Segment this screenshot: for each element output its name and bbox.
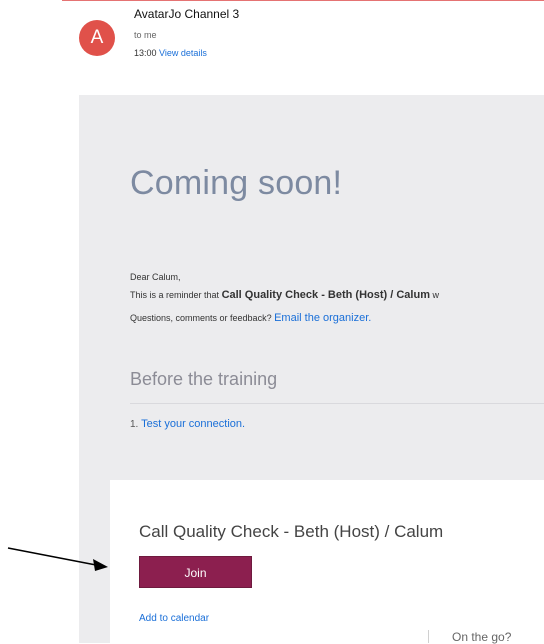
reminder-suffix: w: [432, 290, 440, 300]
reminder-prefix: This is a reminder that: [130, 290, 220, 300]
sender-avatar[interactable]: A: [79, 20, 115, 56]
email-time: 13:00: [134, 48, 157, 58]
questions-text: Questions, comments or feedback? Email t…: [130, 312, 371, 324]
step-item: 1. Test your connection.: [130, 418, 245, 430]
section-divider: [130, 403, 544, 404]
page-heading: Coming soon!: [130, 164, 343, 202]
sender-name: AvatarJo Channel 3: [134, 7, 240, 21]
reminder-text: This is a reminder that Call Quality Che…: [130, 289, 439, 301]
recipient-label: to me: [134, 30, 157, 40]
greeting-text: Dear Calum,: [130, 272, 181, 282]
on-the-go-label: On the go?: [452, 630, 512, 644]
join-button[interactable]: Join: [139, 556, 252, 588]
header-top-border: [62, 0, 544, 1]
email-organizer-link[interactable]: Email the organizer.: [274, 312, 371, 324]
section-title: Before the training: [130, 369, 278, 389]
meeting-title: Call Quality Check - Beth (Host) / Calum: [139, 522, 444, 541]
test-connection-link[interactable]: Test your connection.: [141, 418, 245, 430]
questions-label: Questions, comments or feedback?: [130, 313, 272, 323]
view-details-link[interactable]: View details: [159, 48, 207, 58]
vertical-divider: [428, 630, 429, 643]
meeting-name-bold: Call Quality Check - Beth (Host) / Calum: [221, 289, 430, 301]
email-meta: 13:00 View details: [134, 48, 207, 58]
step-number: 1.: [130, 419, 139, 430]
add-to-calendar-link[interactable]: Add to calendar: [139, 613, 209, 624]
